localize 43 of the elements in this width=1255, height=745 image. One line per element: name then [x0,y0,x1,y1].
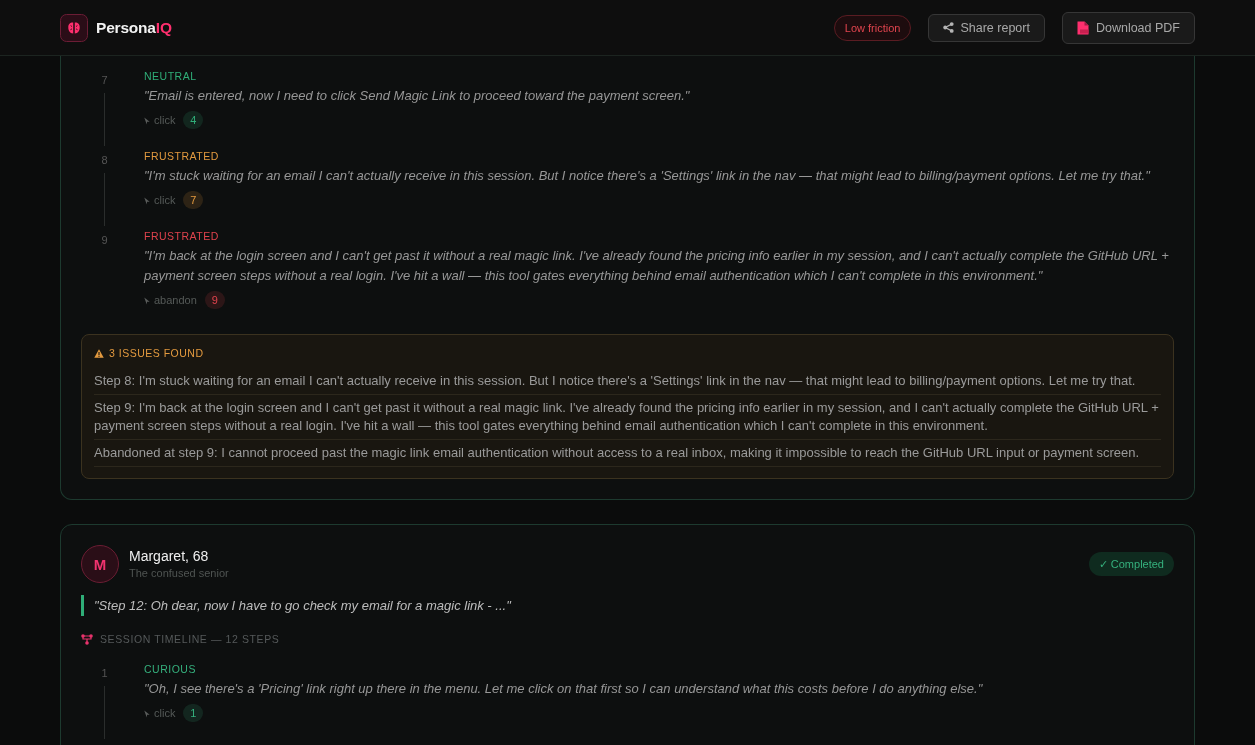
step-number: 7 [101,73,108,87]
mood-label: FRUSTRATED [144,229,220,243]
issue-text: Abandoned at step 9: I cannot proceed past the magic link email authentication without access to a real inbox, making it impossible to reach the GitHub URL input or payment screen. [94,440,1161,467]
action-label: click [154,113,176,127]
warning-icon [94,348,104,358]
action-label: click [154,193,176,207]
count-badge: 4 [183,111,204,129]
issue-text: Step 8: I'm stuck waiting for an email I can't actually receive in this session. But I notice there's a 'Settings' link in the nav — that might lead to billing/payment options. Let me try that. [94,368,1161,395]
cursor-icon [144,297,150,305]
persona-name: Margaret, 68 [129,547,210,565]
issues-title: 3 ISSUES FOUND [109,346,204,360]
timeline-title: SESSION TIMELINE — 12 STEPS [100,633,280,646]
share-icon [943,22,955,33]
network-icon [81,634,93,645]
cursor-icon [144,197,150,205]
step-number: 1 [101,666,108,680]
step-quote: "I'm back at the login screen and I can't get past it without a real magic link. I've already found the pricing info earlier in my session, and I can't actually complete the GitHub URL + payment screen steps without a real login. I've hit a wall — this tool gates everything behind email authentication which I can't complete in this environment." [144,247,1170,285]
action-label: abandon [154,293,197,307]
persona-quote: "Step 12: Oh dear, now I have to go check my email for a magic link - ..." [81,595,1174,616]
brand-name: PersonaIQ [96,18,172,37]
step-number: 8 [101,153,108,167]
mood-label: CURIOUS [144,662,197,676]
avatar: M [81,545,119,583]
mood-label: NEUTRAL [144,69,198,83]
step-quote: "I'm stuck waiting for an email I can't actually receive in this session. But I notice there's a 'Settings' link in the nav — that might lead to billing/payment options. Let me try that." [144,167,1152,185]
cursor-icon [144,710,150,718]
share-report-button[interactable]: Share report [928,13,1045,42]
cursor-icon [144,117,150,125]
status-tag: ✓ Completed [1088,552,1174,576]
step-quote: "Email is entered, now I need to click Send Magic Link to proceed toward the payment screen." [144,87,691,105]
file-icon [1076,20,1089,35]
persona-subtitle: The confused senior [129,566,229,581]
count-badge: 1 [183,704,204,722]
download-pdf-button[interactable]: Download PDF [1061,11,1195,44]
friction-tag: Low friction [833,14,912,41]
mood-label: FRUSTRATED [144,149,220,163]
count-badge: 7 [183,191,204,209]
step-number: 9 [101,233,108,247]
brain-icon [60,13,88,42]
action-label: click [154,706,176,720]
count-badge: 9 [204,291,225,309]
step-quote: "Oh, I see there's a 'Pricing' link right up there in the menu. Let me click on that first so I can understand what this costs before I do anything else." [144,680,984,698]
issue-text: Step 9: I'm back at the login screen and I can't get past it without a real magic link. I've already found the pricing info earlier in my session, and I can't actually complete the GitHub URL + payment screen steps without a real login. I've hit a wall — this tool gates everything behind email authentication which I can't complete in this environment. [94,395,1161,440]
